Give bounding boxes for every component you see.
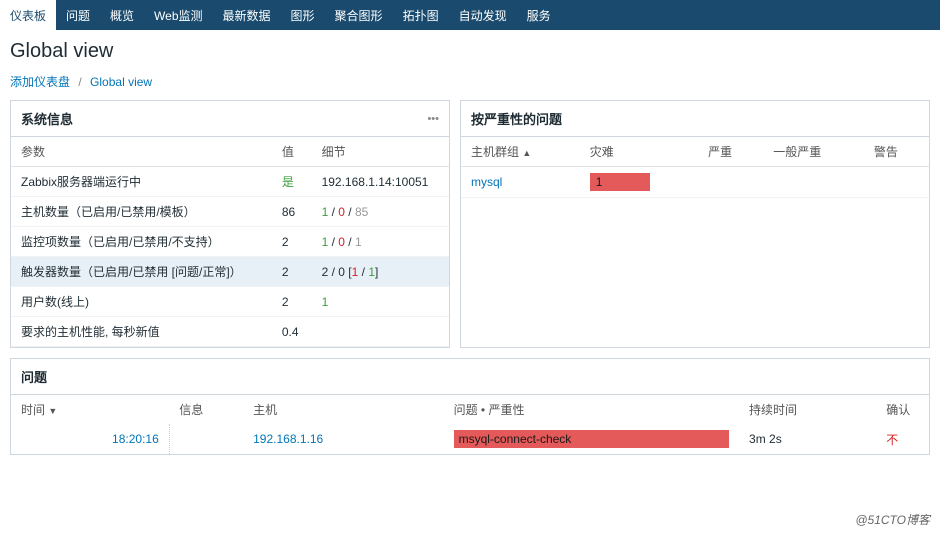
nav-latest-data[interactable]: 最新数据 <box>213 0 281 30</box>
top-navbar: 仪表板 问题 概览 Web监测 最新数据 图形 聚合图形 拓扑图 自动发现 服务 <box>0 0 940 30</box>
sysinfo-row: 触发器数量（已启用/已禁用 [问题/正常]）22 / 0 [1 / 1] <box>11 257 449 287</box>
sysinfo-detail <box>312 317 449 347</box>
sysinfo-value: 2 <box>272 257 312 287</box>
sysinfo-value: 2 <box>272 227 312 257</box>
sysinfo-col-detail: 细节 <box>312 137 449 167</box>
sysinfo-row: 主机数量（已启用/已禁用/模板）861 / 0 / 85 <box>11 197 449 227</box>
problems-col-problem: 问题 • 严重性 <box>444 395 739 424</box>
sysinfo-value: 86 <box>272 197 312 227</box>
sysinfo-value: 是 <box>272 167 312 197</box>
breadcrumb-sep: / <box>78 75 81 89</box>
sysinfo-row: 要求的主机性能, 每秒新值0.4 <box>11 317 449 347</box>
nav-services[interactable]: 服务 <box>517 0 561 30</box>
severity-col-warning: 警告 <box>864 137 929 167</box>
sysinfo-param: 主机数量（已启用/已禁用/模板） <box>11 197 272 227</box>
sysinfo-row: 用户数(线上)21 <box>11 287 449 317</box>
nav-problems[interactable]: 问题 <box>56 0 100 30</box>
sort-up-icon: ▲ <box>522 148 531 158</box>
problem-ack[interactable]: 不 <box>886 433 898 447</box>
sysinfo-param: 监控项数量（已启用/已禁用/不支持） <box>11 227 272 257</box>
nav-dashboard[interactable]: 仪表板 <box>0 0 56 30</box>
severity-widget: 按严重性的问题 主机群组 ▲ 灾难 严重 一般严重 警告 mysql 1 <box>460 100 930 348</box>
problem-host[interactable]: 192.168.1.16 <box>253 432 323 446</box>
nav-discovery[interactable]: 自动发现 <box>449 0 517 30</box>
sysinfo-param: 触发器数量（已启用/已禁用 [问题/正常]） <box>11 257 272 287</box>
sysinfo-detail: 2 / 0 [1 / 1] <box>312 257 449 287</box>
severity-col-average: 一般严重 <box>763 137 864 167</box>
sysinfo-param: 要求的主机性能, 每秒新值 <box>11 317 272 347</box>
severity-title: 按严重性的问题 <box>471 109 562 128</box>
breadcrumb: 添加仪表盘 / Global view <box>0 68 940 100</box>
problems-table: 时间 ▼ 信息 主机 问题 • 严重性 持续时间 确认 18:20:16 192… <box>11 395 929 454</box>
problems-col-info: 信息 <box>169 395 243 424</box>
system-info-title: 系统信息 <box>21 109 73 128</box>
page-title: Global view <box>0 30 940 68</box>
sysinfo-detail: 1 / 0 / 1 <box>312 227 449 257</box>
severity-table: 主机群组 ▲ 灾难 严重 一般严重 警告 mysql 1 <box>461 137 929 198</box>
problems-col-duration: 持续时间 <box>739 395 876 424</box>
problem-duration: 3m 2s <box>739 424 876 454</box>
problems-col-time[interactable]: 时间 ▼ <box>11 395 169 424</box>
problem-severity-badge[interactable]: msyql-connect-check <box>454 430 729 448</box>
severity-col-high: 严重 <box>698 137 763 167</box>
severity-col-hostgroup[interactable]: 主机群组 ▲ <box>461 137 580 167</box>
sysinfo-value: 2 <box>272 287 312 317</box>
nav-graphs[interactable]: 图形 <box>281 0 325 30</box>
problems-widget: 问题 时间 ▼ 信息 主机 问题 • 严重性 持续时间 确认 18:20:16 … <box>10 358 930 455</box>
sysinfo-detail: 1 / 0 / 85 <box>312 197 449 227</box>
problem-info <box>169 424 243 454</box>
system-info-widget: 系统信息 ••• 参数 值 细节 Zabbix服务器端运行中是192.168.1… <box>10 100 450 348</box>
problems-col-ack: 确认 <box>876 395 929 424</box>
sort-down-icon: ▼ <box>48 406 57 416</box>
problem-row: 18:20:16 192.168.1.16 msyql-connect-chec… <box>11 424 929 454</box>
sysinfo-param: Zabbix服务器端运行中 <box>11 167 272 197</box>
problem-time[interactable]: 18:20:16 <box>112 432 159 446</box>
nav-maps[interactable]: 拓扑图 <box>393 0 449 30</box>
widget-menu-icon[interactable]: ••• <box>427 113 439 125</box>
sysinfo-col-param: 参数 <box>11 137 272 167</box>
severity-col-disaster: 灾难 <box>580 137 698 167</box>
sysinfo-detail: 1 <box>312 287 449 317</box>
sysinfo-value: 0.4 <box>272 317 312 347</box>
nav-overview[interactable]: 概览 <box>100 0 144 30</box>
nav-web[interactable]: Web监测 <box>144 0 212 30</box>
nav-screens[interactable]: 聚合图形 <box>325 0 393 30</box>
problems-col-host: 主机 <box>243 395 443 424</box>
breadcrumb-current[interactable]: Global view <box>90 75 152 89</box>
breadcrumb-add-dashboard[interactable]: 添加仪表盘 <box>10 75 70 89</box>
sysinfo-col-value: 值 <box>272 137 312 167</box>
disaster-count[interactable]: 1 <box>590 173 650 191</box>
system-info-table: 参数 值 细节 Zabbix服务器端运行中是192.168.1.14:10051… <box>11 137 449 347</box>
problems-title: 问题 <box>11 359 929 395</box>
sysinfo-param: 用户数(线上) <box>11 287 272 317</box>
watermark: @51CTO博客 <box>855 511 930 528</box>
hostgroup-link[interactable]: mysql <box>471 175 502 189</box>
sysinfo-row: Zabbix服务器端运行中是192.168.1.14:10051 <box>11 167 449 197</box>
sysinfo-row: 监控项数量（已启用/已禁用/不支持）21 / 0 / 1 <box>11 227 449 257</box>
sysinfo-detail: 192.168.1.14:10051 <box>312 167 449 197</box>
severity-row: mysql 1 <box>461 167 929 198</box>
